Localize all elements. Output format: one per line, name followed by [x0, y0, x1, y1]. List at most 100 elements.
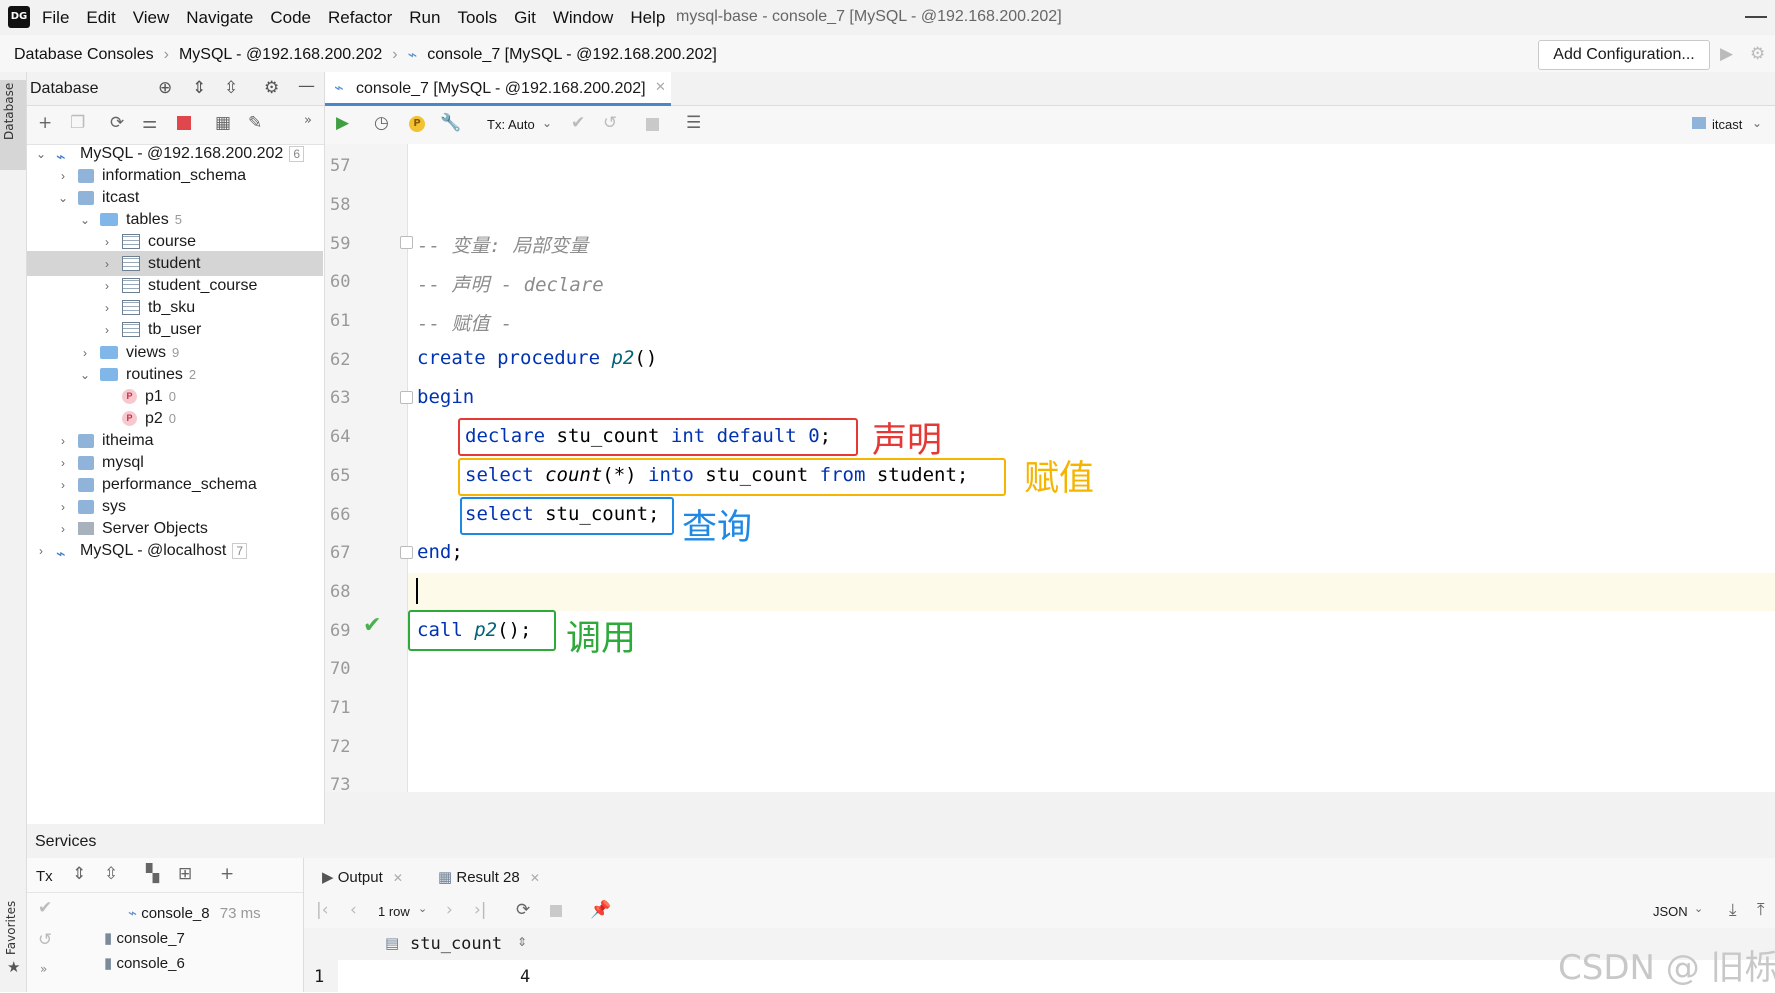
- group-icon[interactable]: ▚: [146, 864, 159, 884]
- next-page-icon[interactable]: ›: [446, 900, 453, 920]
- chevron-down-icon[interactable]: ⌄: [78, 213, 92, 227]
- refresh-icon[interactable]: ⟳: [516, 900, 530, 920]
- expand-all-icon[interactable]: ⇕: [72, 864, 86, 884]
- breadcrumb-datasource[interactable]: MySQL - @192.168.200.202: [179, 46, 382, 64]
- more-icon[interactable]: »: [40, 962, 47, 976]
- service-item-console-6[interactable]: ▮ console_6: [104, 954, 185, 972]
- chevron-right-icon[interactable]: ›: [100, 279, 114, 293]
- breadcrumb-database-consoles[interactable]: Database Consoles: [14, 46, 154, 64]
- menu-navigate[interactable]: Navigate: [186, 8, 253, 28]
- sort-icon[interactable]: ⇕: [517, 935, 527, 949]
- service-item-console-8[interactable]: ⌁ console_8 73 ms: [128, 904, 261, 922]
- add-icon[interactable]: +: [38, 113, 52, 133]
- rollback-icon[interactable]: ↺: [38, 930, 52, 950]
- tab-output[interactable]: ▶ Output ✕: [322, 868, 403, 886]
- upload-icon[interactable]: ⤒: [1757, 900, 1765, 920]
- settings-icon[interactable]: ⚙: [1750, 44, 1765, 64]
- gear-icon[interactable]: ⚙: [264, 78, 279, 98]
- last-page-icon[interactable]: ›|: [474, 900, 487, 920]
- more-icon[interactable]: »: [304, 113, 312, 128]
- menu-run[interactable]: Run: [409, 8, 440, 28]
- chevron-right-icon[interactable]: ›: [56, 478, 70, 492]
- hide-panel-icon[interactable]: —: [298, 76, 315, 96]
- tree-datasource-localhost[interactable]: › ⌁ MySQL - @localhost 7: [34, 538, 248, 563]
- execute-icon[interactable]: ▶: [336, 113, 349, 133]
- chevron-right-icon[interactable]: ›: [100, 323, 114, 337]
- wrench-icon[interactable]: 🔧: [440, 113, 461, 133]
- close-icon[interactable]: ✕: [530, 871, 540, 885]
- refresh-icon[interactable]: ⟳: [110, 113, 124, 133]
- fold-marker-icon[interactable]: [400, 391, 413, 404]
- add-icon[interactable]: +: [220, 864, 234, 884]
- tab-result[interactable]: ▦ Result 28 ✕: [438, 868, 540, 886]
- chevron-right-icon[interactable]: ›: [56, 522, 70, 536]
- schema-selector[interactable]: itcast: [1712, 117, 1742, 132]
- commit-icon[interactable]: ✔: [571, 113, 585, 133]
- previous-page-icon[interactable]: ‹: [350, 900, 357, 920]
- format-dropdown[interactable]: JSON: [1653, 904, 1688, 919]
- breadcrumb-console[interactable]: console_7 [MySQL - @192.168.200.202]: [427, 46, 717, 64]
- menu-window[interactable]: Window: [553, 8, 613, 28]
- service-item-console-7[interactable]: ▮ console_7: [104, 929, 185, 947]
- menu-help[interactable]: Help: [630, 8, 665, 28]
- minimize-icon[interactable]: [1745, 16, 1767, 18]
- chevron-down-icon[interactable]: ⌄: [418, 902, 427, 915]
- first-page-icon[interactable]: |‹: [316, 900, 329, 920]
- chevron-right-icon[interactable]: ›: [56, 456, 70, 470]
- result-cell-stu-count[interactable]: 4: [520, 967, 530, 987]
- chevron-down-icon[interactable]: ⌄: [542, 116, 552, 130]
- menu-code[interactable]: Code: [270, 8, 311, 28]
- stop-icon[interactable]: [646, 118, 659, 131]
- target-icon[interactable]: ⊕: [158, 78, 172, 98]
- tree-table-tb-user[interactable]: › tb_user: [100, 317, 201, 342]
- chevron-right-icon[interactable]: ›: [100, 235, 114, 249]
- rows-count-dropdown[interactable]: 1 row: [378, 904, 410, 919]
- rollback-icon[interactable]: ↺: [603, 113, 617, 133]
- chevron-right-icon[interactable]: ›: [34, 544, 48, 558]
- chevron-down-icon[interactable]: ⌄: [34, 147, 48, 161]
- chevron-right-icon[interactable]: ›: [78, 346, 92, 360]
- close-icon[interactable]: ✕: [655, 80, 666, 95]
- menu-tools[interactable]: Tools: [457, 8, 497, 28]
- chevron-right-icon[interactable]: ›: [56, 169, 70, 183]
- edit-icon[interactable]: ✎: [248, 113, 262, 133]
- filter-icon[interactable]: ⊞: [178, 864, 192, 884]
- pin-icon[interactable]: 📌: [590, 900, 611, 920]
- chevron-right-icon[interactable]: ›: [56, 500, 70, 514]
- collapse-all-icon[interactable]: ⇳: [224, 78, 238, 98]
- chevron-down-icon[interactable]: ⌄: [1694, 902, 1703, 915]
- profile-icon[interactable]: P: [409, 116, 425, 132]
- menu-edit[interactable]: Edit: [86, 8, 115, 28]
- menu-refactor[interactable]: Refactor: [328, 8, 392, 28]
- column-header-stu-count[interactable]: stu_count: [410, 934, 502, 954]
- menu-git[interactable]: Git: [514, 8, 536, 28]
- table-view-icon[interactable]: ▦: [215, 113, 231, 133]
- chevron-down-icon[interactable]: ⌄: [56, 191, 70, 205]
- stop-icon[interactable]: [177, 116, 191, 130]
- fold-marker-icon[interactable]: [400, 236, 413, 249]
- collapse-all-icon[interactable]: ⇳: [104, 864, 118, 884]
- stop-icon[interactable]: [550, 905, 562, 917]
- copy-icon[interactable]: ❐: [70, 113, 85, 133]
- chevron-right-icon[interactable]: ›: [100, 257, 114, 271]
- fold-marker-icon[interactable]: [400, 546, 413, 559]
- history-icon[interactable]: ◷: [374, 113, 389, 133]
- output-layout-icon[interactable]: ☰: [686, 113, 701, 133]
- tx-button[interactable]: Tx: [36, 868, 53, 885]
- commit-icon[interactable]: ✔: [38, 898, 52, 918]
- favorites-tool-label[interactable]: Favorites: [4, 901, 18, 955]
- properties-icon[interactable]: ⚌: [142, 113, 157, 133]
- expand-all-icon[interactable]: ⇕: [192, 78, 206, 98]
- chevron-right-icon[interactable]: ›: [56, 434, 70, 448]
- chevron-down-icon[interactable]: ⌄: [1752, 116, 1762, 130]
- run-icon[interactable]: ▶: [1720, 44, 1733, 64]
- chevron-down-icon[interactable]: ⌄: [78, 368, 92, 382]
- download-icon[interactable]: ⤓: [1729, 900, 1737, 920]
- chevron-right-icon[interactable]: ›: [100, 301, 114, 315]
- tx-mode-dropdown[interactable]: Tx: Auto: [487, 117, 535, 132]
- menu-view[interactable]: View: [133, 8, 170, 28]
- add-configuration-button[interactable]: Add Configuration...: [1538, 40, 1710, 70]
- star-icon[interactable]: ★: [7, 958, 20, 976]
- close-icon[interactable]: ✕: [393, 871, 403, 885]
- menu-file[interactable]: File: [42, 8, 69, 28]
